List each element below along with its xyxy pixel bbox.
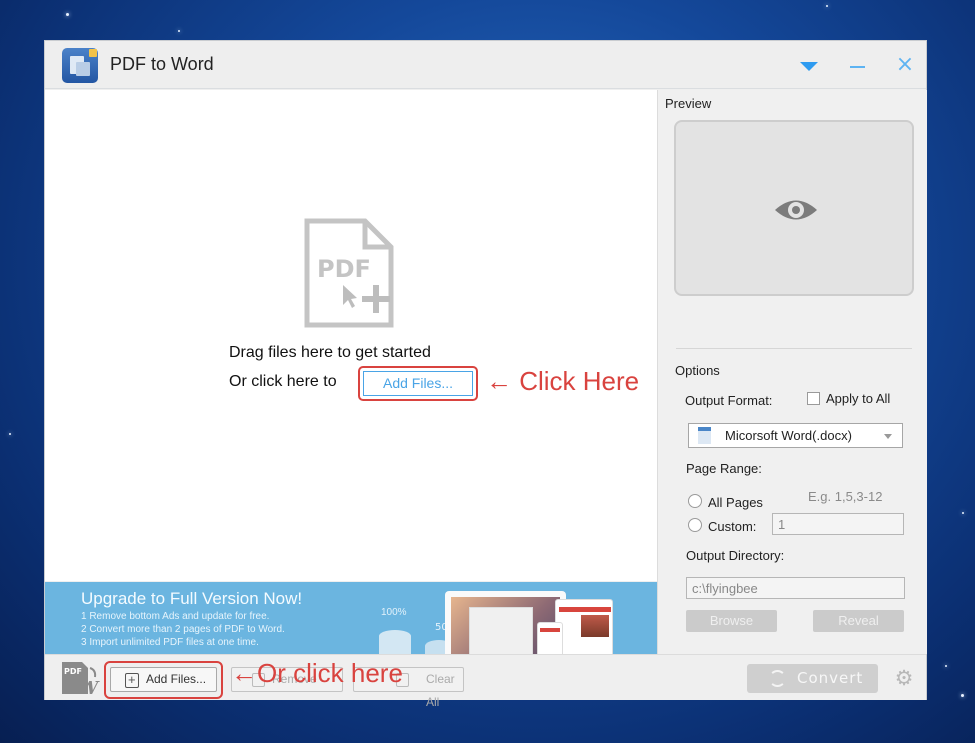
drag-instructions: Drag files here to get started	[229, 344, 431, 361]
eye-icon	[775, 200, 817, 220]
banner-title: Upgrade to Full Version Now!	[81, 589, 303, 608]
browse-button[interactable]: Browse	[686, 610, 777, 632]
chevron-down-icon	[884, 434, 892, 439]
custom-label: Custom:	[708, 519, 757, 534]
apply-to-all-checkbox[interactable]	[807, 392, 820, 405]
convert-button[interactable]: Convert	[747, 664, 878, 693]
trash-icon	[396, 673, 409, 687]
gear-icon[interactable]: ⚙	[892, 664, 916, 692]
click-instructions: Or click here to	[229, 373, 337, 390]
all-pages-label: All Pages	[708, 495, 763, 510]
custom-radio[interactable]	[688, 518, 702, 532]
upgrade-banner[interactable]: Upgrade to Full Version Now! 1 Remove bo…	[45, 582, 657, 654]
svg-text:PDF: PDF	[64, 667, 82, 676]
close-icon[interactable]: ×	[893, 53, 917, 77]
options-panel: Preview Options Output Format: Apply to …	[657, 90, 927, 654]
add-files-label: Add Files...	[146, 672, 207, 686]
preview-area[interactable]	[674, 120, 914, 296]
background-star	[66, 13, 69, 16]
convert-label: Convert	[797, 669, 864, 687]
app-logo-icon	[62, 48, 98, 83]
output-directory-label: Output Directory:	[686, 548, 785, 563]
output-directory-input[interactable]	[686, 577, 905, 599]
background-star	[961, 694, 964, 697]
banner-cylinder-graphic	[379, 630, 411, 654]
minimize-icon[interactable]	[846, 53, 870, 77]
pdf-to-word-logo-icon: PDF W	[62, 662, 100, 696]
refresh-icon	[769, 670, 786, 687]
background-star	[826, 5, 828, 7]
output-format-label: Output Format:	[685, 393, 773, 408]
range-hint: E.g. 1,5,3-12	[808, 489, 883, 504]
remove-label: Remove	[272, 672, 317, 686]
banner-line: 2 Convert more than 2 pages of PDF to Wo…	[81, 624, 285, 635]
drop-zone[interactable]: PDF Drag files here to get started Or cl…	[45, 90, 657, 581]
banner-percent-100: 100%	[381, 607, 407, 618]
banner-line: 3 Import unlimited PDF files at one time…	[81, 637, 259, 648]
title-bar[interactable]: PDF to Word ×	[45, 41, 926, 89]
background-star	[962, 512, 964, 514]
add-files-link-button[interactable]: Add Files...	[363, 371, 473, 396]
menu-dropdown-icon[interactable]	[797, 53, 821, 77]
app-title: PDF to Word	[110, 54, 214, 74]
file-add-icon	[125, 668, 139, 691]
remove-button[interactable]: Remove	[231, 667, 343, 692]
banner-line: 1 Remove bottom Ads and update for free.	[81, 611, 270, 622]
output-format-select[interactable]: Micorsoft Word(.docx)	[688, 423, 903, 448]
custom-range-input[interactable]	[772, 513, 904, 535]
add-files-button[interactable]: Add Files...	[110, 667, 217, 692]
apply-to-all-label: Apply to All	[826, 391, 891, 406]
format-selected-value: Micorsoft Word(.docx)	[725, 428, 852, 443]
background-star	[945, 665, 947, 667]
options-heading: Options	[675, 363, 720, 378]
reveal-button[interactable]: Reveal	[813, 610, 904, 632]
pdf-icon-label: PDF	[317, 255, 371, 283]
banner-tablet-graphic	[555, 599, 613, 654]
pdf-add-file-icon: PDF	[304, 218, 394, 328]
all-pages-radio[interactable]	[688, 494, 702, 508]
word-document-icon	[698, 427, 711, 444]
banner-phone-graphic	[537, 622, 563, 654]
clear-all-button[interactable]: Clear All	[353, 667, 464, 709]
clear-all-label: Clear All	[426, 672, 455, 709]
preview-label: Preview	[665, 96, 712, 111]
background-star	[9, 433, 11, 435]
svg-text:W: W	[78, 678, 100, 696]
page-range-label: Page Range:	[686, 461, 762, 476]
bottom-toolbar: PDF W Add Files... Remove Clear All ←Or …	[45, 654, 926, 709]
divider	[676, 348, 912, 349]
background-star	[178, 30, 180, 32]
click-here-annotation: ← Click Here	[486, 366, 640, 396]
file-remove-icon	[252, 673, 265, 687]
app-window: PDF to Word × PDF Drag files here to get…	[44, 40, 927, 709]
